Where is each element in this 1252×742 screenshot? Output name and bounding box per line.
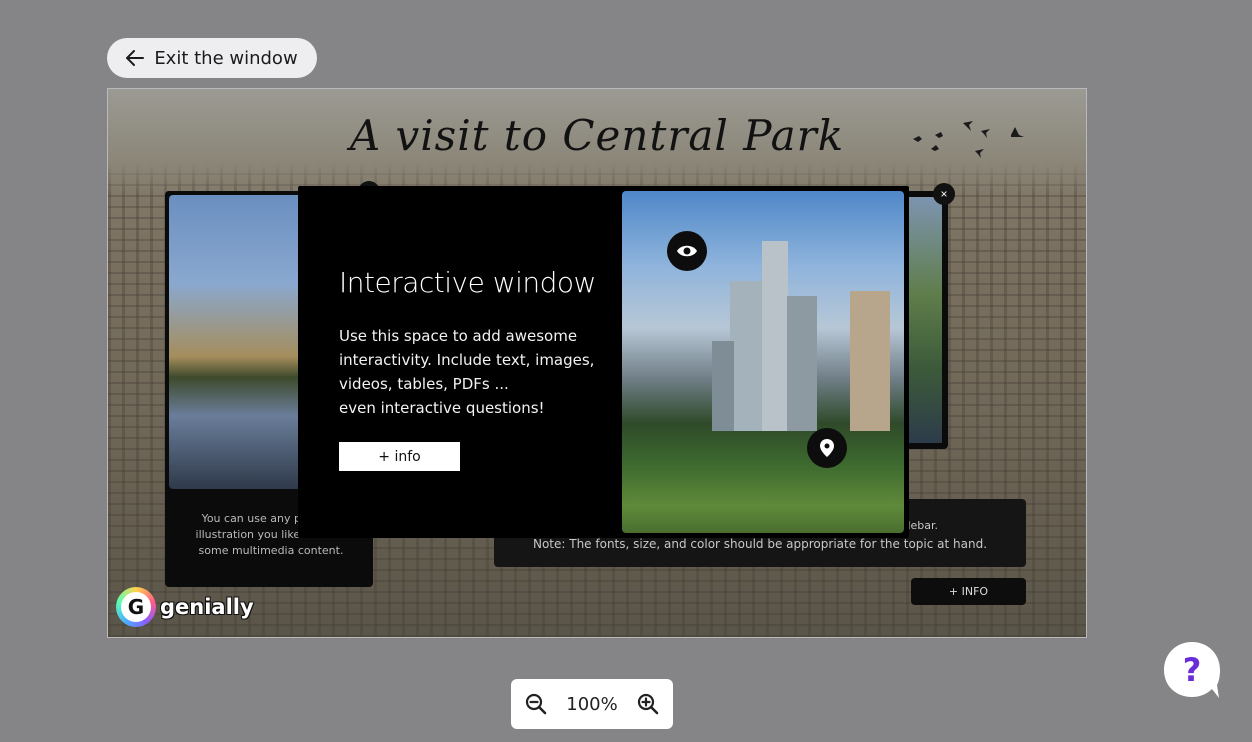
modal-body-line: Use this space to add awesome [339, 327, 578, 345]
modal-body-line: even interactive questions! [339, 399, 545, 417]
right-card-info-button[interactable]: + INFO [911, 578, 1026, 605]
modal-photo [622, 191, 904, 533]
zoom-controls: 100% [511, 679, 673, 729]
location-pin-icon [820, 439, 834, 457]
zoom-out-icon [525, 693, 547, 715]
modal-body-line: videos, tables, PDFs ... [339, 375, 509, 393]
close-modal-button[interactable]: × [933, 183, 955, 205]
modal-body-line: interactivity. Include text, images, [339, 351, 595, 369]
zoom-level: 100% [566, 693, 618, 715]
right-card-note-line2: Note: The fonts, size, and color should … [532, 537, 988, 551]
exit-window-button[interactable]: Exit the window [107, 38, 317, 78]
genially-logo: G genially [116, 587, 254, 627]
genially-logo-mark: G [116, 587, 156, 627]
modal-body: Use this space to add awesome interactiv… [339, 324, 599, 420]
arrow-left-icon [126, 50, 145, 66]
slide-canvas: A visit to Central Park You can use any … [107, 88, 1087, 638]
exit-window-label: Exit the window [154, 47, 298, 69]
zoom-out-button[interactable] [525, 693, 547, 715]
location-hotspot[interactable] [807, 428, 847, 468]
interactive-window-modal: Interactive window Use this space to add… [298, 186, 909, 538]
close-icon: × [940, 187, 948, 201]
help-label: ? [1183, 651, 1202, 689]
zoom-in-button[interactable] [637, 693, 659, 715]
modal-info-button[interactable]: + info [339, 442, 460, 471]
genially-logo-text: genially [160, 595, 254, 619]
eye-hotspot[interactable] [667, 231, 707, 271]
birds-icon [913, 121, 1024, 158]
modal-heading: Interactive window [339, 266, 596, 299]
zoom-in-icon [637, 693, 659, 715]
help-button[interactable]: ? [1163, 641, 1221, 699]
eye-icon [677, 245, 697, 257]
help-icon: ? [1164, 642, 1220, 698]
